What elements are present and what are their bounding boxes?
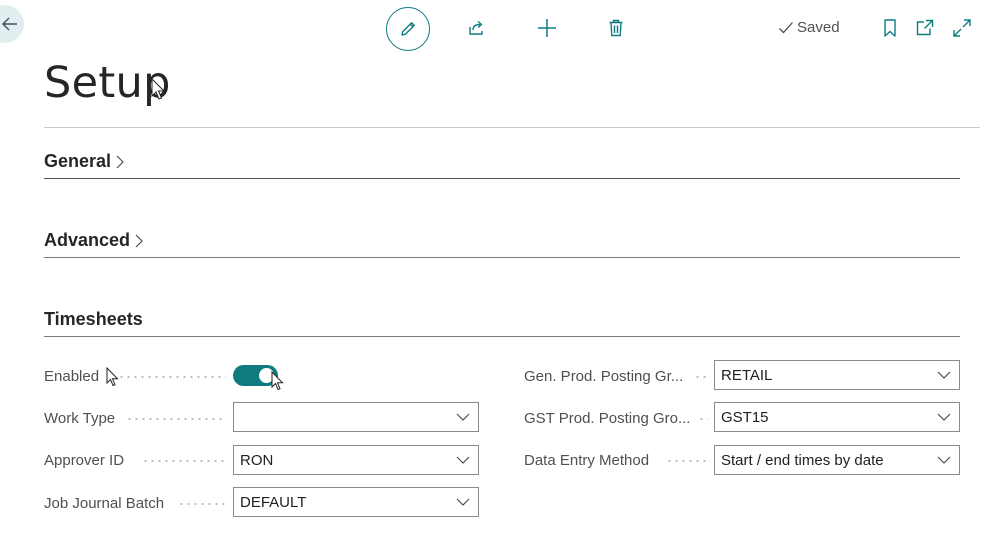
leader-dots bbox=[666, 460, 708, 462]
leader-dots bbox=[126, 418, 226, 420]
leader-dots bbox=[694, 376, 708, 378]
gen-prod-posting-group-select[interactable]: RETAIL bbox=[714, 360, 960, 390]
approver-id-value: RON bbox=[240, 451, 274, 469]
mouse-cursor-icon bbox=[271, 371, 284, 391]
enabled-label: Enabled bbox=[44, 368, 100, 385]
work-type-select[interactable] bbox=[233, 402, 479, 432]
page: Saved Setup General Advanced Timesheets … bbox=[0, 0, 1008, 542]
section-timesheets-header[interactable]: Timesheets bbox=[44, 309, 960, 337]
data-entry-method-select[interactable]: Start / end times by date bbox=[714, 445, 960, 475]
section-advanced-label: Advanced bbox=[44, 230, 131, 250]
gen-prod-posting-group-label: Gen. Prod. Posting Gr... bbox=[524, 368, 684, 385]
section-general-label: General bbox=[44, 151, 112, 171]
mouse-cursor-icon bbox=[106, 367, 119, 387]
gst-prod-posting-group-label: GST Prod. Posting Gro... bbox=[524, 410, 691, 427]
expand-button[interactable] bbox=[952, 18, 972, 43]
approver-id-select[interactable]: RON bbox=[233, 445, 479, 475]
share-icon bbox=[469, 20, 483, 35]
back-arrow-icon bbox=[2, 17, 17, 31]
data-entry-method-label: Data Entry Method bbox=[524, 452, 650, 469]
leader-dots bbox=[142, 460, 226, 462]
gen-prod-posting-group-value: RETAIL bbox=[721, 366, 773, 384]
chevron-down-icon bbox=[937, 413, 951, 421]
approver-id-label: Approver ID bbox=[44, 452, 125, 469]
bookmark-button[interactable] bbox=[881, 18, 899, 43]
gst-prod-posting-group-select[interactable]: GST15 bbox=[714, 402, 960, 432]
job-journal-batch-select[interactable]: DEFAULT bbox=[233, 487, 479, 517]
chevron-right-icon bbox=[116, 155, 124, 168]
open-new-window-button[interactable] bbox=[915, 18, 935, 43]
plus-icon bbox=[538, 19, 556, 37]
leader-dots bbox=[698, 418, 708, 420]
share-button[interactable] bbox=[456, 7, 498, 49]
chevron-down-icon bbox=[456, 498, 470, 506]
chevron-down-icon bbox=[937, 456, 951, 464]
mouse-cursor-icon bbox=[151, 78, 166, 100]
chevron-down-icon bbox=[456, 413, 470, 421]
leader-dots bbox=[178, 503, 226, 505]
chevron-down-icon bbox=[456, 456, 470, 464]
expand-icon bbox=[953, 19, 971, 37]
gst-prod-posting-group-value: GST15 bbox=[721, 408, 769, 426]
delete-button[interactable] bbox=[595, 7, 637, 49]
new-button[interactable] bbox=[526, 7, 568, 49]
title-divider bbox=[44, 127, 980, 128]
pencil-icon bbox=[401, 22, 415, 36]
job-journal-batch-label: Job Journal Batch bbox=[44, 495, 165, 512]
data-entry-method-value: Start / end times by date bbox=[721, 451, 884, 469]
saved-status: Saved bbox=[778, 19, 840, 36]
work-type-label: Work Type bbox=[44, 410, 116, 427]
checkmark-icon bbox=[779, 21, 793, 33]
chevron-down-icon bbox=[937, 371, 951, 379]
section-timesheets-label: Timesheets bbox=[44, 309, 143, 329]
trash-icon bbox=[609, 19, 623, 37]
saved-label: Saved bbox=[797, 19, 840, 36]
job-journal-batch-value: DEFAULT bbox=[240, 493, 307, 511]
back-button[interactable] bbox=[0, 5, 24, 43]
edit-button[interactable] bbox=[386, 7, 430, 51]
chevron-right-icon bbox=[135, 234, 143, 247]
section-general-header[interactable]: General bbox=[44, 151, 960, 179]
section-advanced-header[interactable]: Advanced bbox=[44, 230, 960, 258]
bookmark-icon bbox=[884, 19, 896, 37]
open-new-window-icon bbox=[916, 19, 934, 36]
leader-dots bbox=[118, 376, 226, 378]
